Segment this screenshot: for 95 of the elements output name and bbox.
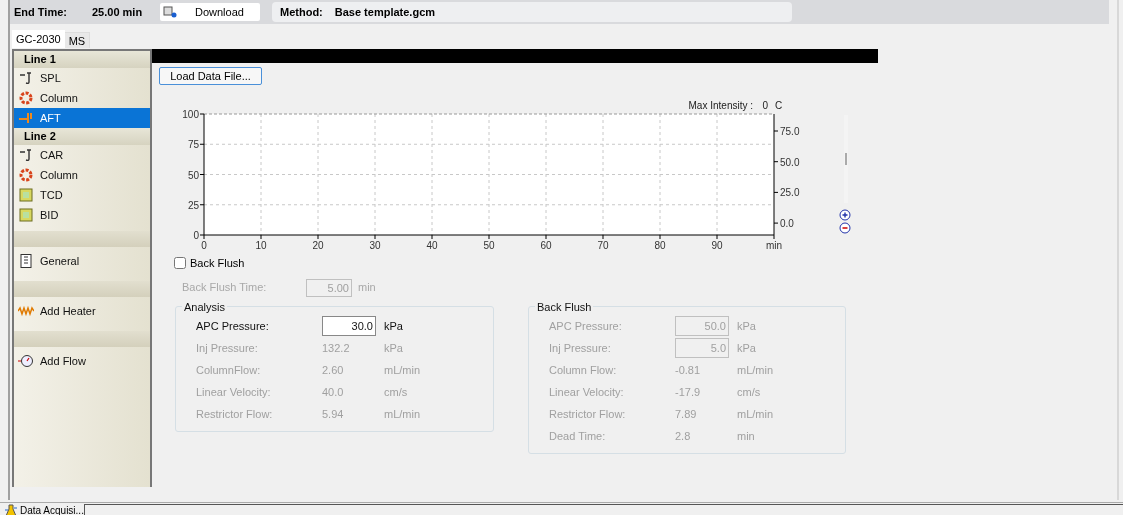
y-tick-label: 25 (187, 199, 199, 211)
sidebar-item[interactable]: CAR (14, 145, 150, 165)
group-title: Analysis (183, 299, 226, 315)
readout-value: 2.60 (322, 362, 345, 378)
heater-icon (18, 304, 34, 318)
unit-label: min (737, 428, 755, 444)
end-time-value: 25.00 min (92, 4, 144, 20)
unit-label: mL/min (737, 362, 774, 378)
field-label: Column Flow: (549, 362, 618, 378)
x-tick-label: 40 (426, 240, 438, 251)
back-flush-time-label: Back Flush Time: (182, 280, 268, 296)
document-icon (18, 254, 34, 268)
readout-value: -0.81 (675, 362, 702, 378)
x-tick-label: 20 (312, 240, 324, 251)
device-tab[interactable]: GC-2030 (12, 30, 65, 48)
method-value: Base template.gcm (334, 4, 436, 20)
right-tick-label: 25.0 (780, 187, 800, 199)
field-label: APC Pressure: (196, 318, 270, 334)
field-label: Restrictor Flow: (196, 406, 274, 422)
injector-icon (18, 148, 34, 162)
sidebar-section-header: Line 1 (14, 51, 150, 68)
connector-icon (18, 111, 34, 125)
sidebar-item[interactable]: Column (14, 88, 150, 108)
sidebar-item[interactable]: Add Heater (14, 297, 150, 325)
zoom-in-icon[interactable] (839, 209, 852, 222)
y-tick-label: 0 (193, 230, 199, 241)
sidebar-item[interactable]: AFT (14, 108, 150, 128)
field-label: Dead Time: (549, 428, 607, 444)
sidebar-item[interactable]: BID (14, 205, 150, 225)
field-label: ColumnFlow: (196, 362, 262, 378)
right-tick-label: 50.0 (780, 156, 800, 168)
unit-label: cm/s (737, 384, 761, 400)
coil-icon (18, 168, 34, 182)
x-tick-label: 80 (654, 240, 666, 251)
field-label: Inj Pressure: (549, 340, 612, 356)
x-tick-label: 90 (711, 240, 723, 251)
x-tick-label: 0 (201, 240, 207, 251)
end-time-label: End Time: (14, 4, 68, 20)
field-label: Linear Velocity: (549, 384, 625, 400)
number-field[interactable]: 30.0 (322, 316, 376, 336)
coil-icon (18, 91, 34, 105)
x-tick-label: 10 (255, 240, 267, 251)
method-label: Method: (280, 4, 323, 20)
x-tick-label: 60 (540, 240, 552, 251)
download-icon (163, 6, 177, 18)
x-tick-label: 30 (369, 240, 381, 251)
field-label: Inj Pressure: (196, 340, 259, 356)
sidebar-item[interactable]: SPL (14, 68, 150, 88)
unit-label: mL/min (737, 406, 774, 422)
sidebar-item[interactable]: TCD (14, 185, 150, 205)
unit-label: kPa (384, 340, 403, 356)
y-tick-label: 100 (182, 109, 199, 120)
group-title: Back Flush (536, 299, 593, 315)
back-flush-label: Back Flush (190, 256, 245, 271)
sidebar-item[interactable]: Column (14, 165, 150, 185)
unit-label: min (358, 280, 376, 296)
intensity-unit: C (775, 100, 783, 111)
field-label: Restrictor Flow: (549, 406, 627, 422)
readout-value: 2.8 (675, 428, 692, 444)
detector-icon (18, 208, 34, 222)
x-axis-label: min (765, 240, 783, 251)
y-tick-label: 50 (187, 169, 199, 181)
readout-value: 5.94 (322, 406, 345, 422)
unit-label: mL/min (384, 406, 421, 422)
unit-label: kPa (384, 318, 403, 334)
unit-label: kPa (737, 340, 756, 356)
back-flush-checkbox[interactable] (174, 257, 186, 270)
detector-icon (18, 188, 34, 202)
device-tab[interactable]: MS (64, 32, 91, 48)
load-data-file-button[interactable]: Load Data File... (159, 67, 262, 85)
sidebar-item[interactable]: Add Flow (14, 347, 150, 375)
readout-value: 132.2 (322, 340, 351, 356)
injector-icon (18, 71, 34, 85)
x-tick-label: 70 (597, 240, 609, 251)
right-tick-label: 75.0 (780, 126, 800, 137)
unit-label: kPa (737, 318, 756, 334)
sidebar-item[interactable]: General (14, 247, 150, 275)
field-label: APC Pressure: (549, 318, 623, 334)
y-tick-label: 75 (187, 139, 199, 151)
readout-value: 7.89 (675, 406, 698, 422)
zoom-out-icon[interactable] (839, 222, 852, 235)
max-intensity-value: 0 (762, 100, 768, 111)
readout-value: -17.9 (675, 384, 702, 400)
readout-value: 40.0 (322, 384, 345, 400)
scroll-track[interactable] (843, 115, 848, 203)
x-tick-label: 50 (483, 240, 495, 251)
flask-icon (4, 503, 18, 515)
field-label: Linear Velocity: (196, 384, 272, 400)
unit-label: mL/min (384, 362, 421, 378)
unit-label: cm/s (384, 384, 408, 400)
gauge-icon (18, 354, 34, 368)
max-intensity-label: Max Intensity : (688, 100, 753, 111)
right-tick-label: 0.0 (780, 218, 794, 230)
sidebar-section-header: Line 2 (14, 128, 150, 145)
download-button[interactable]: Download (160, 3, 260, 21)
